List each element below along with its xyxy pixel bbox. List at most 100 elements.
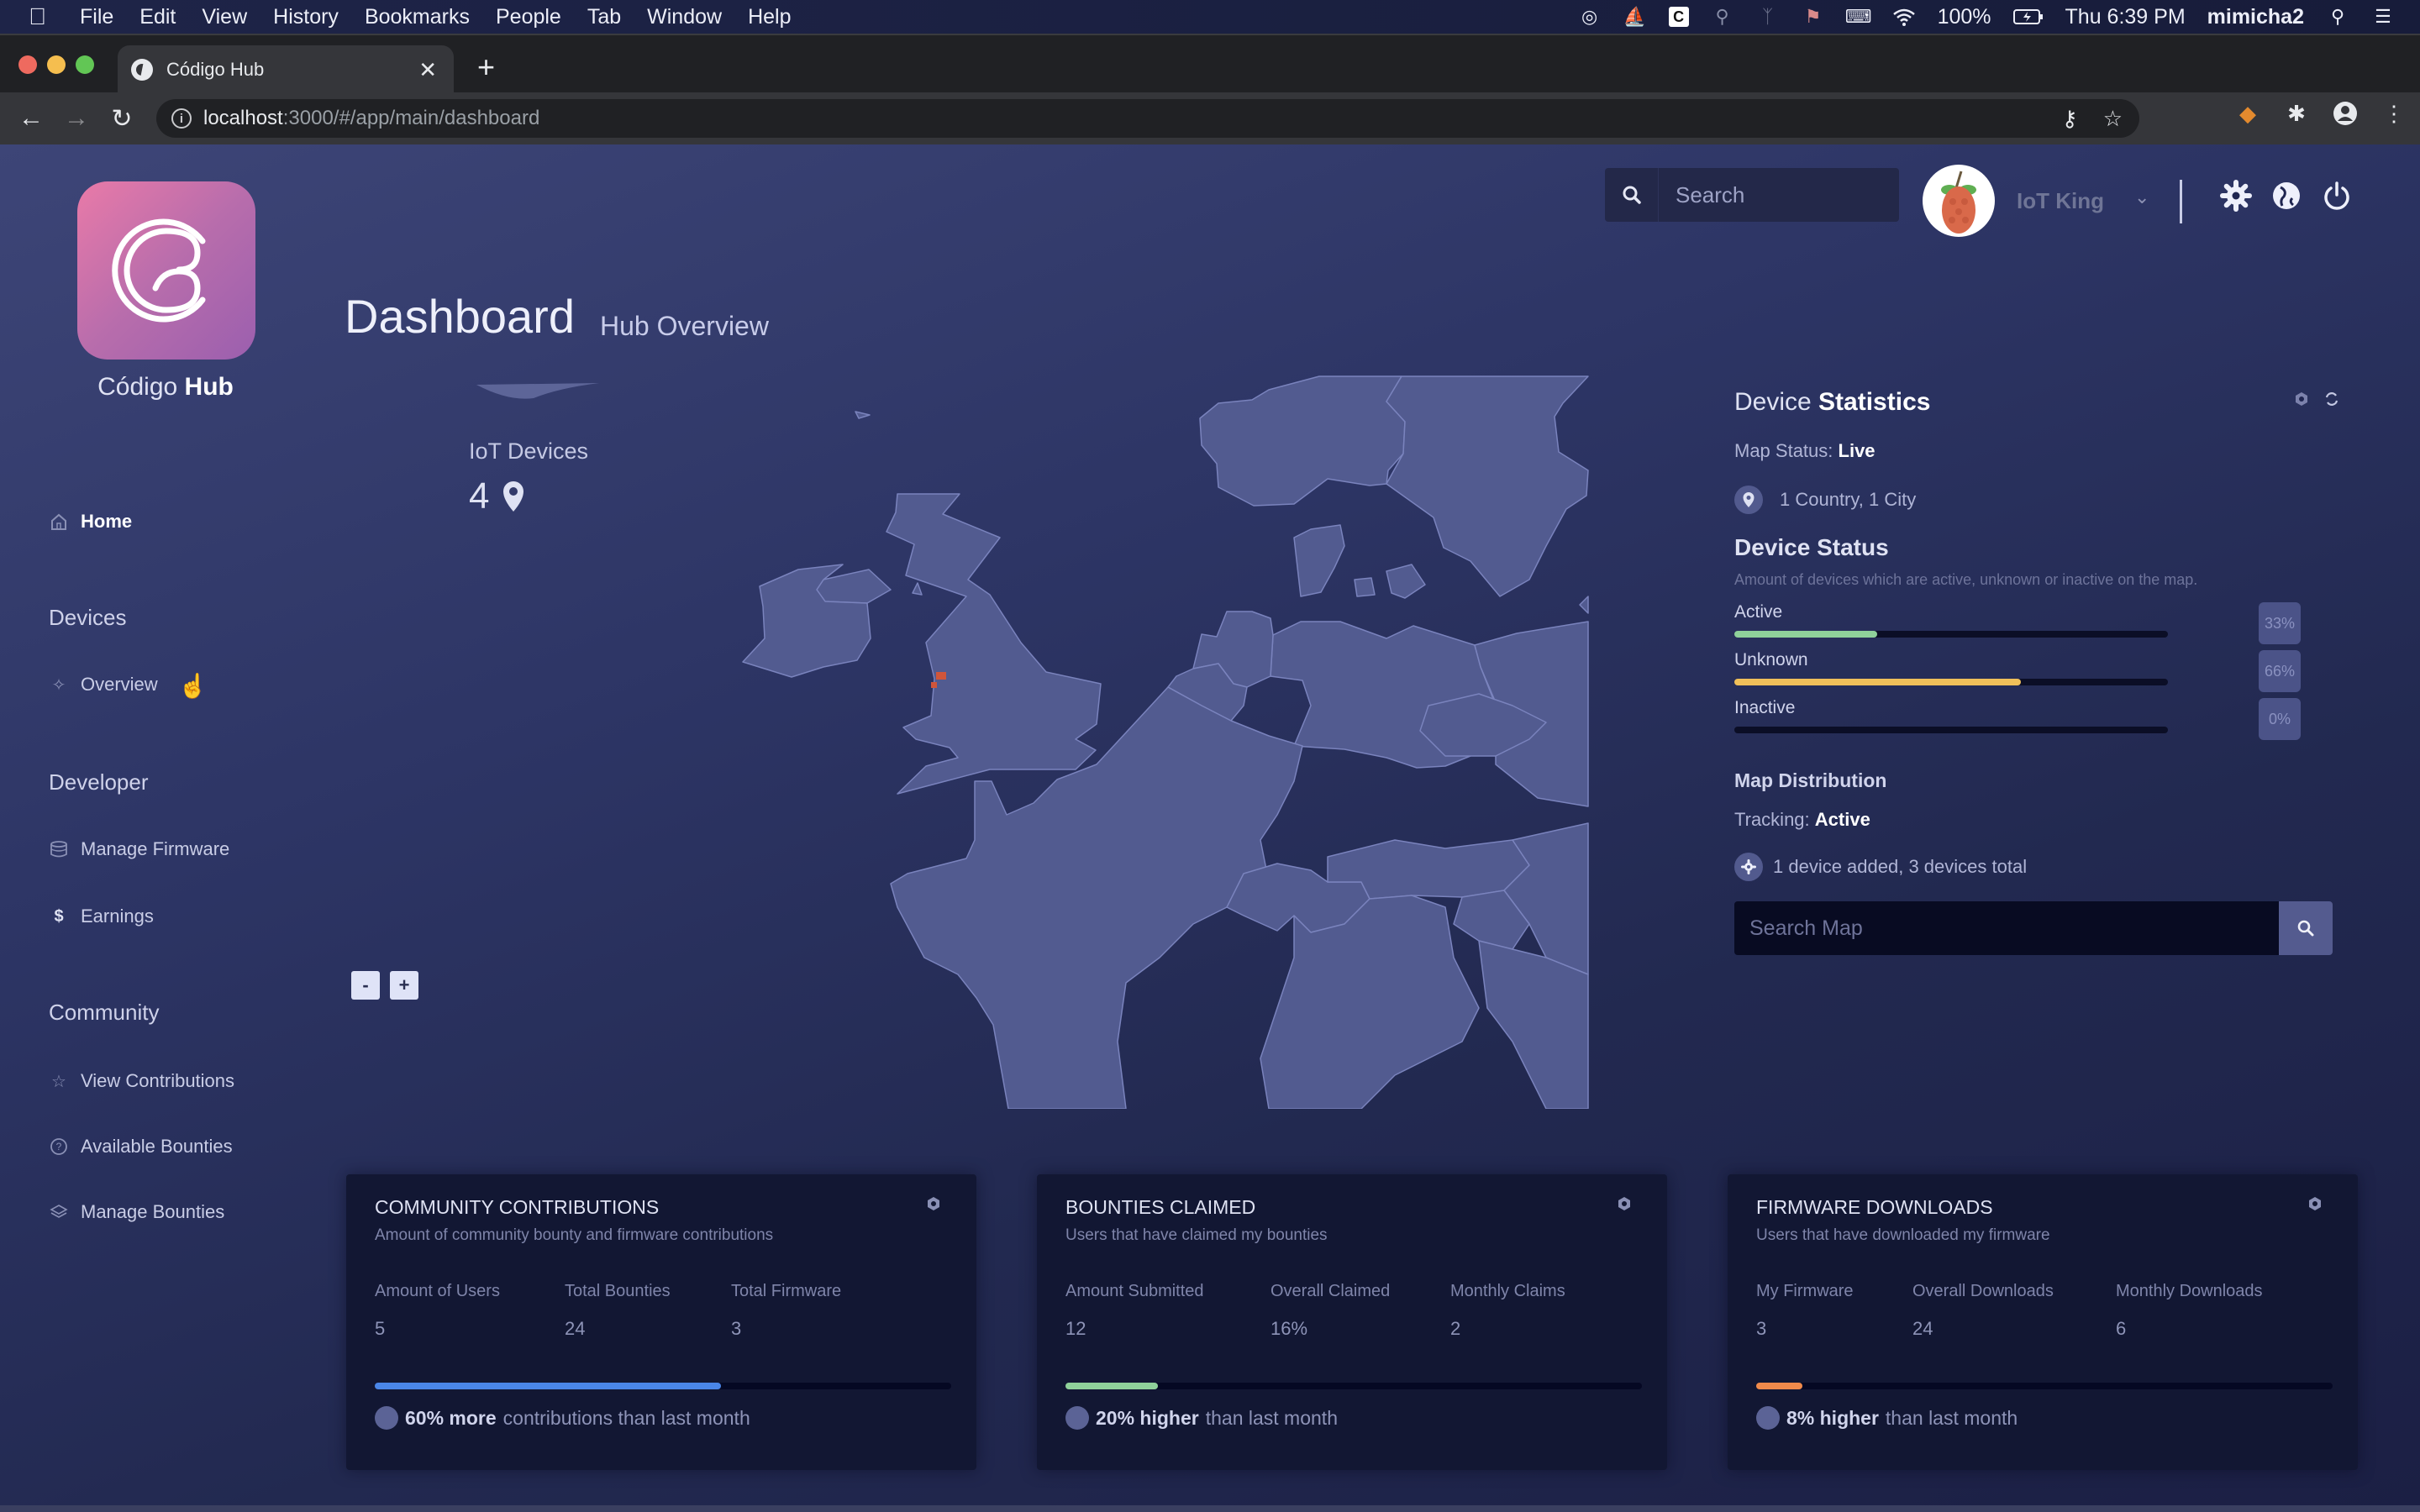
menu-window[interactable]: Window — [647, 5, 722, 29]
metric-label: Amount Submitted — [1065, 1282, 1204, 1300]
macos-menu-bar:  Chrome File Edit View History Bookmark… — [0, 0, 2420, 1512]
header-divider — [2180, 180, 2182, 223]
wifi-icon[interactable] — [1892, 5, 1916, 29]
card-settings-icon[interactable] — [926, 1196, 941, 1215]
clipper-icon[interactable]: C — [1668, 7, 1689, 27]
sidebar-item-overview[interactable]: ✧ Overview — [49, 674, 158, 696]
vpn-icon[interactable]: ◎ — [1578, 5, 1602, 29]
card-footer-text: than last month — [1885, 1406, 2018, 1429]
sidebar-item-view-contributions[interactable]: ☆ View Contributions — [49, 1070, 234, 1092]
power-icon[interactable] — [2319, 178, 2354, 213]
layers-icon — [49, 1202, 69, 1222]
bluetooth-icon[interactable]: ᛉ — [1756, 5, 1780, 29]
panel-settings-icon[interactable] — [2294, 391, 2309, 411]
status-percent-badge: 0% — [2259, 698, 2301, 740]
docker-icon[interactable]: ⛵ — [1623, 5, 1647, 29]
chevron-down-icon[interactable]: ⌄ — [2134, 186, 2149, 208]
menu-file[interactable]: File — [80, 5, 113, 29]
menu-people[interactable]: People — [496, 5, 561, 29]
card-firmware-downloads: FIRMWARE DOWNLOADS Users that have downl… — [1728, 1174, 2358, 1470]
question-circle-icon: ? — [49, 1137, 69, 1157]
favicon-icon — [131, 59, 153, 81]
metric-label: Amount of Users — [375, 1282, 500, 1300]
site-info-icon[interactable]: i — [171, 108, 192, 129]
window-minimize-button[interactable] — [47, 55, 66, 74]
menubar-user[interactable]: mimicha2 — [2207, 5, 2304, 29]
address-bar[interactable]: i localhost :3000/#/app/main/dashboard ⚷… — [156, 99, 2139, 138]
map-status: Map Status: Live — [1734, 440, 2339, 462]
reload-button[interactable]: ↻ — [99, 104, 145, 134]
window-bottom-edge — [0, 1505, 2420, 1512]
zoom-in-button[interactable]: + — [390, 971, 418, 1000]
header-search — [1605, 168, 1899, 222]
status-label: Unknown — [1734, 650, 1808, 669]
settings-gear-icon[interactable] — [2218, 178, 2254, 213]
chrome-menu-icon[interactable]: ⋮ — [2381, 101, 2407, 126]
globe-icon[interactable] — [2269, 178, 2304, 213]
codigo-hub-logo[interactable] — [77, 181, 255, 360]
sidebar-item-manage-bounties[interactable]: Manage Bounties — [49, 1201, 224, 1223]
tab-close-icon[interactable]: ✕ — [418, 57, 437, 83]
search-map-button[interactable] — [2279, 901, 2333, 955]
menu-bookmarks[interactable]: Bookmarks — [365, 5, 470, 29]
card-settings-icon[interactable] — [2307, 1196, 2323, 1215]
metric-value: 24 — [565, 1318, 586, 1339]
search-map-input[interactable] — [1734, 901, 2279, 955]
clock[interactable]: Thu 6:39 PM — [2065, 5, 2186, 29]
sidebar-item-earnings[interactable]: $ Earnings — [49, 906, 153, 927]
profile-icon[interactable] — [2333, 101, 2358, 126]
battery-icon[interactable] — [2012, 5, 2044, 29]
sidebar-section-devices: Devices — [49, 605, 127, 630]
notification-center-icon[interactable]: ☰ — [2371, 5, 2395, 29]
back-button[interactable]: ← — [8, 104, 54, 133]
bookmark-star-icon[interactable]: ☆ — [2103, 106, 2123, 132]
sidebar-item-available-bounties[interactable]: ? Available Bounties — [49, 1136, 233, 1158]
extensions-puzzle-icon[interactable]: ✱ — [2284, 101, 2309, 126]
menu-help[interactable]: Help — [748, 5, 791, 29]
user-avatar[interactable] — [1923, 165, 1995, 237]
flag-icon[interactable]: ⚑ — [1802, 5, 1825, 29]
forward-button[interactable]: → — [54, 104, 99, 133]
map-status-value: Live — [1838, 440, 1876, 461]
search-icon[interactable] — [1605, 168, 1659, 222]
new-tab-button[interactable]: + — [477, 52, 495, 82]
zoom-out-button[interactable]: - — [351, 971, 380, 1000]
window-zoom-button[interactable] — [76, 55, 94, 74]
panel-refresh-icon[interactable] — [2324, 391, 2339, 411]
metamask-extension-icon[interactable]: ◆ — [2235, 101, 2260, 126]
keyboard-icon[interactable]: ⌨ — [1845, 5, 1872, 29]
key-icon[interactable]: ⚷ — [2062, 106, 2078, 132]
spotlight-icon[interactable]: ⚲ — [2326, 5, 2349, 29]
map-country-italy — [1260, 895, 1480, 1109]
location-pin-icon — [1734, 486, 1763, 514]
map-island — [912, 582, 923, 596]
menu-edit[interactable]: Edit — [139, 5, 176, 29]
card-metric: Monthly Claims 2 — [1450, 1282, 1565, 1340]
status-row-unknown: Unknown 66% — [1734, 650, 2339, 698]
page-subtitle: Hub Overview — [600, 311, 769, 341]
map-distribution-title: Map Distribution — [1734, 769, 1887, 791]
spotlight-alt-icon[interactable]: ⚲ — [1711, 5, 1734, 29]
menu-history[interactable]: History — [273, 5, 339, 29]
status-track — [1734, 679, 2168, 685]
browser-tab[interactable]: Código Hub ✕ — [118, 45, 454, 94]
status-percent-badge: 33% — [2259, 602, 2301, 644]
menu-tab[interactable]: Tab — [587, 5, 621, 29]
card-subtitle: Users that have downloaded my firmware — [1756, 1226, 2050, 1244]
device-map[interactable] — [723, 370, 1597, 1109]
card-metric: Overall Downloads 24 — [1912, 1282, 2054, 1340]
card-settings-icon[interactable] — [1617, 1196, 1632, 1215]
user-name[interactable]: IoT King — [2017, 188, 2104, 214]
sidebar-item-manage-firmware[interactable]: Manage Firmware — [49, 838, 229, 860]
status-row-active: Active 33% — [1734, 602, 2339, 650]
apple-menu-icon[interactable]:  — [29, 3, 46, 30]
card-title: BOUNTIES CLAIMED — [1065, 1196, 1256, 1218]
window-close-button[interactable] — [18, 55, 37, 74]
header-search-input[interactable] — [1659, 181, 1894, 208]
status-track — [1734, 631, 2168, 638]
search-icon — [2297, 920, 2314, 937]
device-marker — [931, 682, 937, 688]
menu-view[interactable]: View — [202, 5, 247, 29]
sidebar-item-home[interactable]: Home — [49, 511, 132, 533]
card-subtitle: Amount of community bounty and firmware … — [375, 1226, 774, 1244]
